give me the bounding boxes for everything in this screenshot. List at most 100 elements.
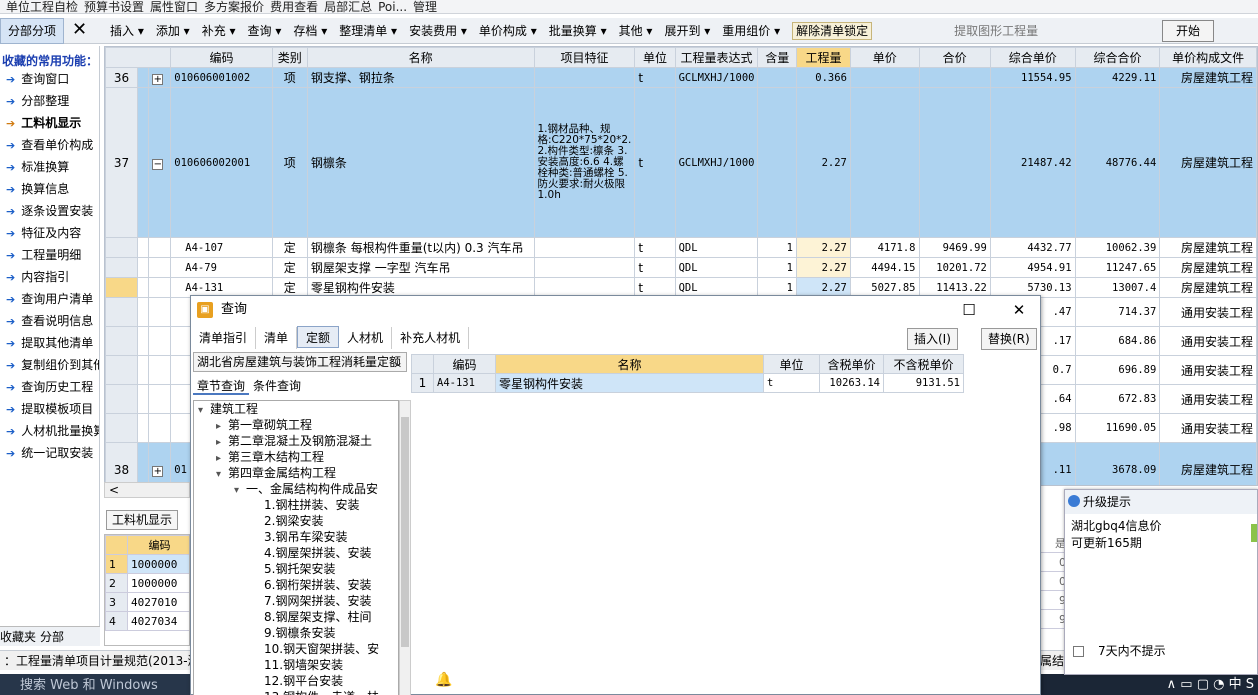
toolbar-item[interactable]: 查询 ▾ [248, 24, 282, 38]
cell-feat[interactable] [533, 237, 636, 258]
cell-expr[interactable]: QDL [674, 237, 759, 258]
cell-feat[interactable]: 1.钢材品种、规格:C220*75*20*2. 2.构件类型:檩条 3.安装高度… [533, 87, 636, 238]
cell-unit[interactable]: t [634, 237, 676, 258]
cell-total[interactable]: 9469.99 [918, 237, 991, 258]
sidebar-item[interactable]: ➔ 内容指引 [0, 266, 99, 288]
collapsed-icon[interactable]: ▸ [216, 419, 228, 433]
sidebar-tab[interactable]: 分部 [40, 630, 64, 644]
material-row[interactable]: 4 4027034 [105, 611, 189, 631]
collapsed-icon[interactable]: ▸ [216, 451, 228, 465]
cell-price[interactable]: 4171.8 [849, 237, 920, 258]
table-row[interactable]: A4-107 定钢檩条 每根构件重量(t以内) 0.3 汽车吊 t QDL 1 2.27 4… [105, 237, 1257, 258]
cell-unit[interactable]: t [634, 87, 676, 238]
tree-node[interactable]: 2.钢梁安装 [194, 513, 398, 529]
expand-cell[interactable]: + [148, 67, 172, 88]
tree-node[interactable]: 4.钢屋架拼装、安装 [194, 545, 398, 561]
cell-ctotal[interactable]: 672.83 [1074, 384, 1161, 414]
table-row[interactable]: 36 +010606001002 项钢支撑、钢拉条 t GCLMXHJ/1000 0.36… [105, 67, 1257, 88]
quota-notax-price[interactable]: 9131.51 [883, 373, 964, 393]
tree-node[interactable]: 10.钢天窗架拼装、安 [194, 641, 398, 657]
sidebar-item[interactable]: ➔ 查询用户清单 [0, 288, 99, 310]
close-tab-icon[interactable]: ✕ [72, 20, 87, 40]
tree-node[interactable]: 6.钢桁架拼装、安装 [194, 577, 398, 593]
cell-name[interactable]: 钢檩条 每根构件重量(t以内) 0.3 汽车吊 [306, 237, 535, 258]
sidebar-item[interactable]: ➔ 人材机批量换算 [0, 420, 99, 442]
tree-node[interactable]: ▾ 第四章金属结构工程 [194, 465, 398, 481]
toolbar-item[interactable]: 插入 ▾ [110, 24, 144, 38]
expanded-icon[interactable]: ▾ [198, 403, 210, 417]
cell-ctotal[interactable]: 684.86 [1074, 326, 1161, 356]
material-code[interactable]: 1000000 [127, 573, 189, 593]
column-header[interactable]: 综合单价 [989, 47, 1076, 68]
expand-cell[interactable] [148, 355, 172, 385]
cell-ctotal[interactable]: 11247.65 [1074, 257, 1161, 278]
sidebar-item[interactable]: ➔ 查询窗口 [0, 68, 99, 90]
extract-quantity-button[interactable]: 提取图形工程量 [954, 24, 1038, 38]
material-code[interactable]: 4027010 [127, 592, 189, 612]
expand-cell[interactable] [148, 257, 172, 278]
tree-node[interactable]: ▸ 第二章混凝土及钢筋混凝土 [194, 433, 398, 449]
cell-price[interactable] [849, 87, 920, 238]
expand-icon[interactable]: + [152, 73, 164, 85]
cell-ctotal[interactable]: 13007.4 [1074, 277, 1161, 298]
sidebar-item[interactable]: ➔ 查看单价构成 [0, 134, 99, 156]
dialog-tab[interactable]: 清单指引 [191, 327, 257, 349]
cell-name[interactable]: 钢檩条 [306, 87, 535, 238]
cell-code[interactable]: 010606001002 [170, 67, 273, 88]
tab-fenbu-fenxiang[interactable]: 分部分项 [0, 18, 64, 44]
expand-cell[interactable]: + [148, 442, 172, 485]
column-header[interactable]: 单价构成文件 [1159, 47, 1257, 68]
tree-node[interactable]: 13.钢构件、走道、扶 [194, 689, 398, 695]
collapsed-icon[interactable]: ▸ [216, 435, 228, 449]
column-header[interactable]: 综合合价 [1074, 47, 1161, 68]
cell-qty[interactable]: 0.366 [796, 67, 851, 88]
sidebar-item[interactable]: ➔ 分部整理 [0, 90, 99, 112]
cell-total[interactable]: 10201.72 [918, 257, 991, 278]
tree-node[interactable]: 9.钢檩条安装 [194, 625, 398, 641]
column-header[interactable]: 项目特征 [533, 47, 636, 68]
sidebar-item[interactable]: ➔ 查询历史工程 [0, 376, 99, 398]
column-header[interactable]: 名称 [495, 354, 764, 374]
query-mode-tab[interactable]: 条件查询 [249, 379, 305, 393]
expand-cell[interactable] [148, 297, 172, 327]
topbar-item[interactable]: Poi... [378, 1, 407, 13]
material-code[interactable]: 4027034 [127, 611, 189, 631]
column-header[interactable]: 编码 [433, 354, 496, 374]
dialog-tab[interactable]: 清单 [256, 327, 298, 349]
tree-node[interactable]: 7.钢网架拼装、安装 [194, 593, 398, 609]
cell-feat[interactable] [533, 257, 636, 278]
toolbar-item[interactable]: 展开到 ▾ [664, 24, 710, 38]
cell-code[interactable]: A4-79 [170, 257, 273, 278]
cell-ctotal[interactable]: 714.37 [1074, 297, 1161, 327]
toolbar-item[interactable]: 存档 ▾ [293, 24, 327, 38]
quota-library-select[interactable]: 湖北省房屋建筑与装饰工程消耗量定额 ⌄ [193, 352, 407, 372]
column-header[interactable]: 单位 [634, 47, 676, 68]
dialog-tab[interactable]: 人材机 [339, 327, 393, 349]
scrollbar-thumb[interactable] [401, 417, 409, 647]
cell-code[interactable]: A4-107 [170, 237, 273, 258]
cell-ctotal[interactable]: 4229.11 [1074, 67, 1161, 88]
cell-ctotal[interactable]: 10062.39 [1074, 237, 1161, 258]
cell-price[interactable] [849, 67, 920, 88]
cell-qty[interactable]: 2.27 [796, 237, 851, 258]
sidebar-item[interactable]: ➔ 换算信息 [0, 178, 99, 200]
dialog-titlebar[interactable]: ▣ 查询 [191, 296, 1040, 324]
sidebar-item[interactable]: ➔ 提取模板项目 [0, 398, 99, 420]
cell-price[interactable]: 4494.15 [849, 257, 920, 278]
toolbar-item[interactable]: 批量换算 ▾ [549, 24, 607, 38]
tree-node[interactable]: ▾ 一、金属结构构件成品安 [194, 481, 398, 497]
expand-icon[interactable]: + [152, 465, 164, 477]
material-code[interactable]: 1000000 [127, 554, 189, 574]
cell-total[interactable] [918, 67, 991, 88]
topbar-item[interactable]: 多方案报价 [204, 1, 264, 13]
quota-unit[interactable]: t [763, 373, 820, 393]
topbar-item[interactable]: 管理 [413, 1, 437, 13]
toolbar-item[interactable]: 补充 ▾ [202, 24, 236, 38]
cell-ctotal[interactable]: 696.89 [1074, 355, 1161, 385]
cell-qty-ratio[interactable]: 1 [757, 257, 797, 278]
sidebar-item[interactable]: ➔ 标准换算 [0, 156, 99, 178]
cell-qty[interactable]: 2.27 [796, 87, 851, 238]
system-tray[interactable]: ∧ ▭ ▢ ◔ 中 S [1167, 674, 1254, 695]
topbar-item[interactable]: 预算书设置 [84, 1, 144, 13]
cell-qty-ratio[interactable] [757, 87, 797, 238]
